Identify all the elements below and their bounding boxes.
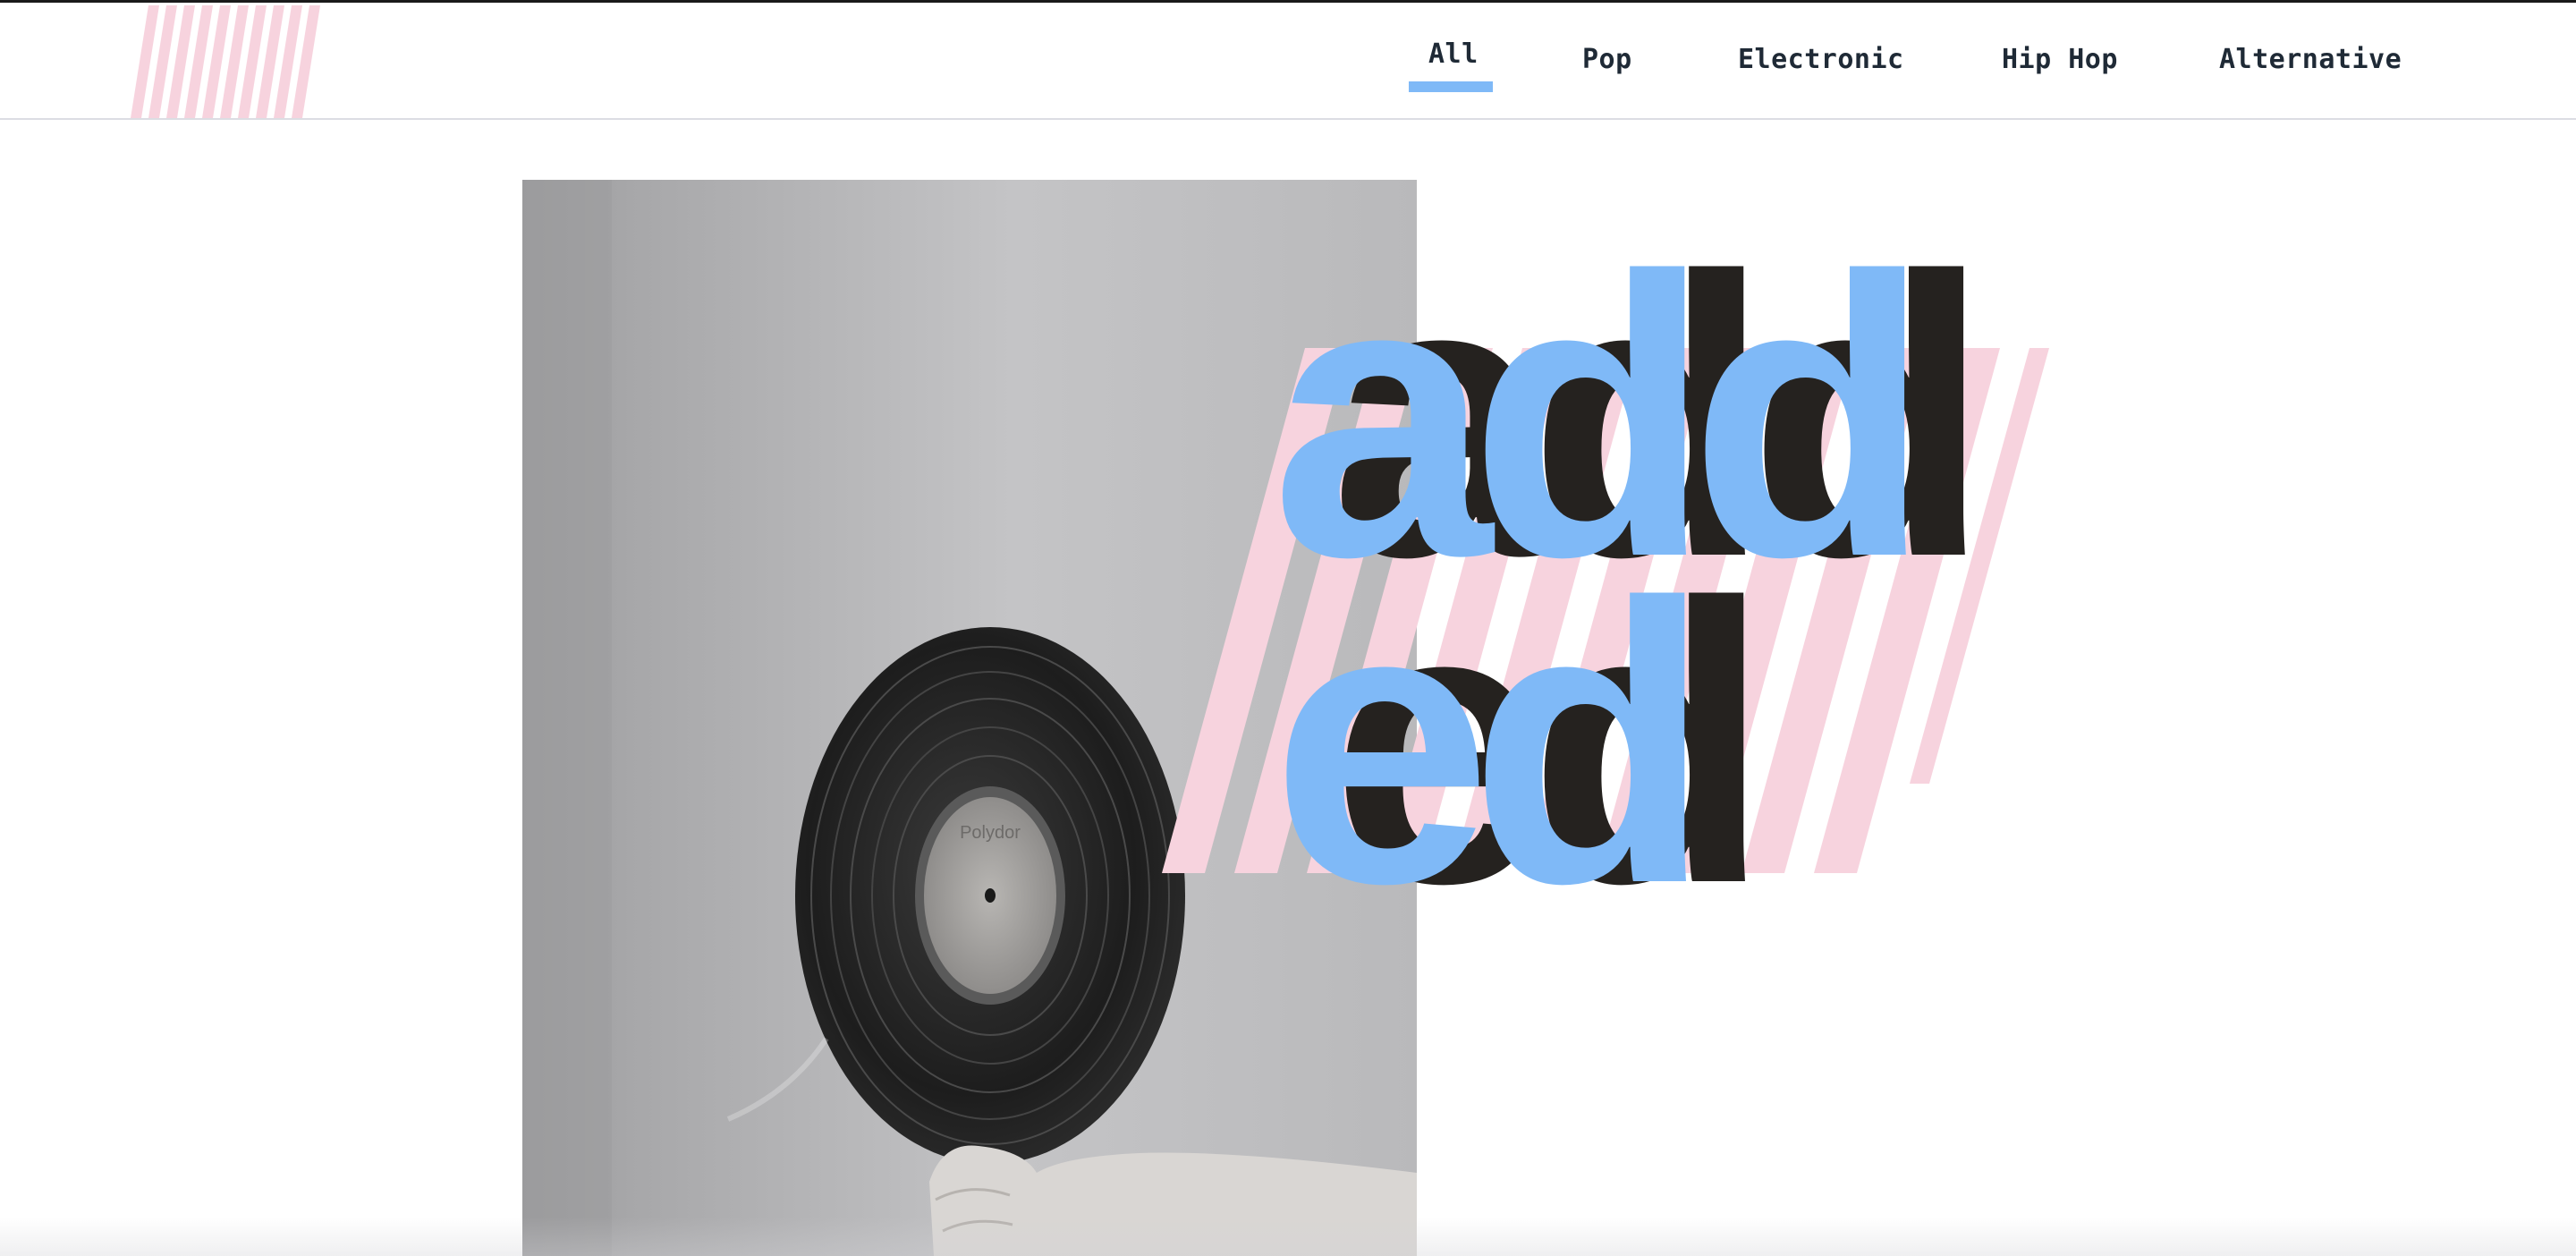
nav-item-label: Pop <box>1582 44 1632 75</box>
genre-nav: All Pop Electronic Hip Hop Alternative <box>0 3 2576 118</box>
vinyl-record-photo: Polydor <box>522 180 1417 1256</box>
nav-item-all[interactable]: All <box>1409 38 1493 92</box>
nav-item-alternative[interactable]: Alternative <box>2219 44 2402 94</box>
record-label-text: Polydor <box>960 823 1021 843</box>
nav-item-electronic[interactable]: Electronic <box>1738 44 1904 94</box>
nav-item-hip-hop[interactable]: Hip Hop <box>2002 44 2118 94</box>
nav-item-label: Electronic <box>1738 44 1904 75</box>
nav-item-pop[interactable]: Pop <box>1582 44 1632 94</box>
hero-word-line1-shadow: add <box>1330 195 1968 640</box>
active-tab-indicator <box>1409 81 1493 92</box>
nav-item-label: All <box>1428 38 1479 70</box>
nav-item-label: Hip Hop <box>2002 44 2118 75</box>
site-header: All Pop Electronic Hip Hop Alternative <box>0 3 2576 120</box>
nav-item-label: Alternative <box>2219 44 2402 75</box>
hero-word-shadow: add ed <box>1330 195 1991 966</box>
